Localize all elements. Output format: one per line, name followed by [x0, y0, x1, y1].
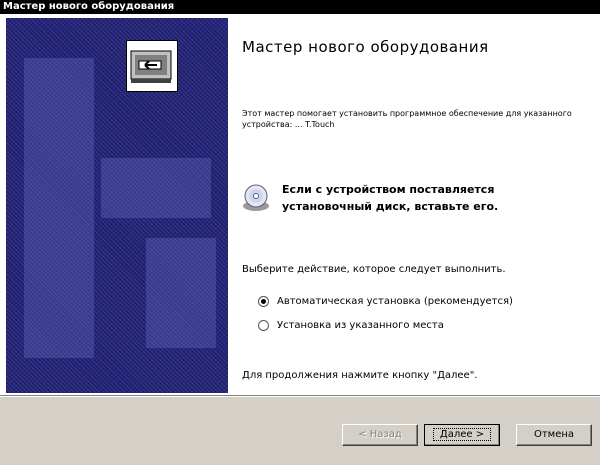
action-prompt: Выберите действие, которое следует выпол… [242, 264, 506, 275]
cd-disk-icon [242, 184, 270, 212]
option-install-from-location[interactable]: Установка из указанного места [258, 317, 444, 333]
next-button[interactable]: Далее > [424, 424, 500, 446]
continue-hint: Для продолжения нажмите кнопку "Далее". [242, 370, 478, 381]
decor-shape [146, 238, 216, 348]
wizard-side-panel [6, 18, 228, 393]
button-bar: < Назад Далее > Отмена [0, 397, 600, 465]
window-title: Мастер нового оборудования [0, 0, 600, 14]
radio-auto-install[interactable] [258, 295, 269, 307]
option-install-from-location-label: Установка из указанного места [277, 319, 444, 331]
option-auto-install-label: Автоматическая установка (рекомендуется) [277, 295, 513, 307]
back-button[interactable]: < Назад [342, 424, 418, 446]
decor-shape [101, 158, 211, 218]
disk-hint: Если с устройством поставляется установо… [282, 183, 499, 213]
next-button-label: Далее > [432, 428, 492, 441]
radio-install-from-location[interactable] [258, 319, 269, 331]
decor-shape [24, 58, 94, 358]
page-title: Мастер нового оборудования [242, 38, 489, 56]
cancel-button[interactable]: Отмена [516, 424, 592, 446]
wizard-content: Мастер нового оборудования Этот мастер п… [232, 18, 594, 393]
hardware-wizard-icon [126, 40, 178, 92]
option-auto-install[interactable]: Автоматическая установка (рекомендуется) [258, 293, 513, 309]
intro-text: Этот мастер помогает установить программ… [242, 109, 572, 129]
wizard-window: Мастер нового оборудования Мастер нового… [0, 0, 600, 465]
